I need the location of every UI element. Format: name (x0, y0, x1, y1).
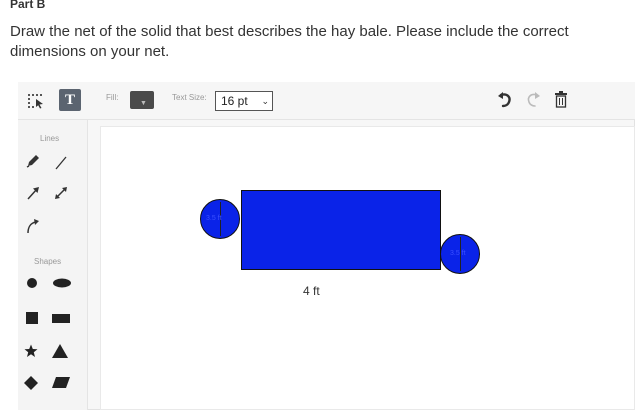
lines-label: Lines (40, 134, 60, 143)
trash-icon[interactable] (554, 90, 568, 108)
question-text: Draw the net of the solid that best desc… (10, 23, 569, 60)
line-icon[interactable] (54, 156, 68, 170)
curve-arrow-icon[interactable] (26, 218, 40, 234)
star-shape-icon[interactable] (24, 344, 38, 358)
undo-icon[interactable] (497, 91, 513, 109)
text-size-label: Text Size: (172, 93, 207, 102)
text-size-select[interactable]: 16 pt ⌄ (215, 91, 273, 111)
net-circle-left[interactable]: 3.5 ft (200, 199, 240, 239)
length-dimension-label[interactable]: 4 ft (303, 284, 320, 298)
chevron-down-icon: ▼ (140, 100, 147, 107)
diamond-shape-icon[interactable] (24, 376, 38, 390)
parallelogram-shape-icon[interactable] (52, 377, 70, 388)
left-circle-dimension: 3.5 ft (206, 215, 222, 222)
text-size-value: 16 pt (221, 94, 248, 108)
rectangle-shape-icon[interactable] (52, 314, 70, 323)
net-circle-right[interactable]: 3.5 ft (440, 234, 480, 274)
net-rectangle[interactable] (241, 190, 441, 270)
ellipse-shape-icon[interactable] (52, 278, 72, 288)
redo-icon[interactable] (525, 91, 541, 109)
toolbar: T Fill: ▼ Text Size: 16 pt ⌄ (18, 82, 635, 120)
triangle-shape-icon[interactable] (52, 344, 68, 358)
double-arrow-icon[interactable] (54, 186, 68, 200)
chevron-down-icon: ⌄ (261, 96, 269, 106)
text-tool-button[interactable]: T (59, 89, 81, 111)
circle-shape-icon[interactable] (26, 277, 38, 289)
tool-sidebar: Lines Shapes (18, 120, 88, 410)
part-label: Part B (10, 0, 46, 11)
right-circle-dimension: 3.5 ft (450, 250, 466, 257)
shapes-label: Shapes (34, 257, 62, 266)
fill-label: Fill: (106, 93, 119, 102)
arrow-icon[interactable] (26, 186, 40, 200)
pencil-icon[interactable] (26, 154, 40, 168)
select-icon[interactable] (27, 93, 45, 109)
square-shape-icon[interactable] (26, 312, 38, 324)
